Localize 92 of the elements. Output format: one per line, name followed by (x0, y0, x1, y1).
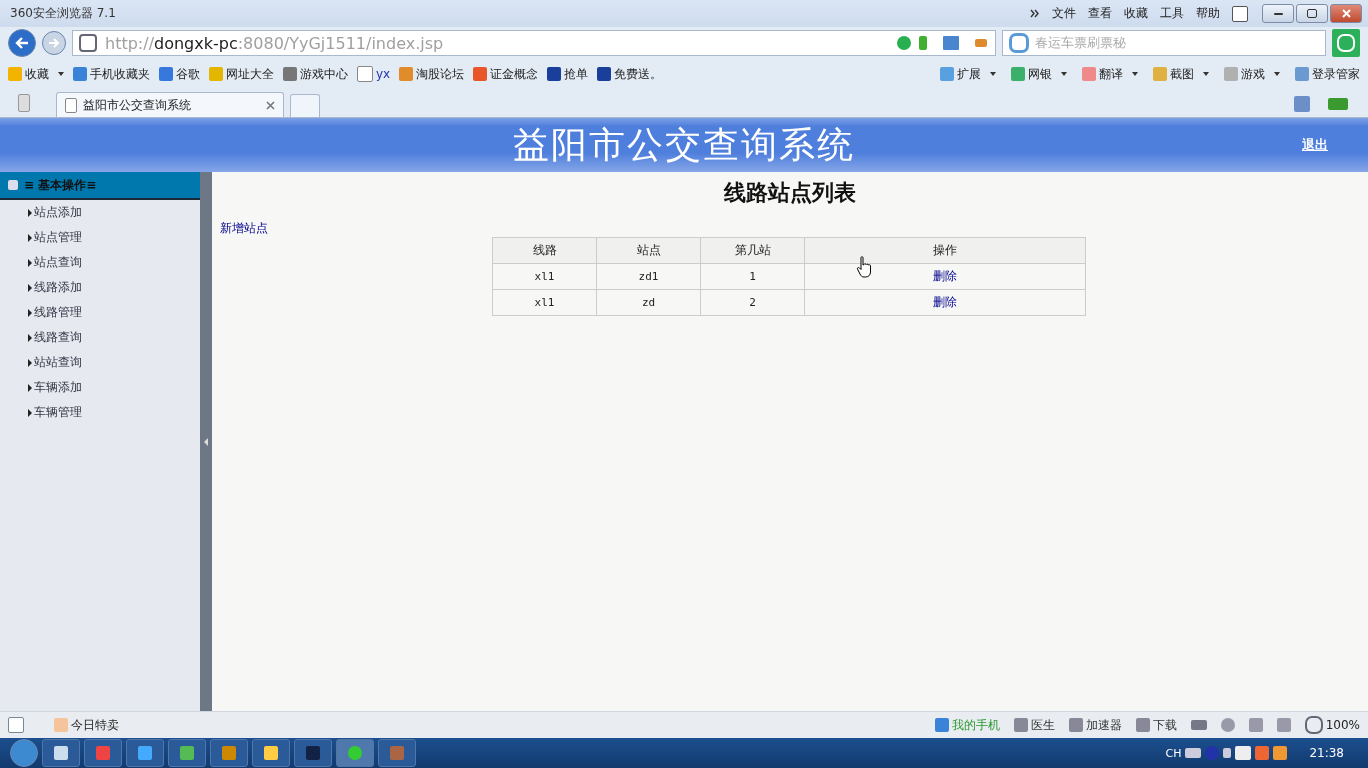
address-field[interactable]: http://dongxk-pc:8080/YyGj1511/index.jsp (72, 30, 996, 56)
triangle-icon (28, 333, 32, 342)
close-button[interactable] (1330, 4, 1362, 23)
hand-cursor-icon (856, 256, 872, 278)
triangle-icon (28, 358, 32, 367)
status-item[interactable]: 医生 (1013, 716, 1055, 734)
sidebar-item[interactable]: 站点管理 (0, 225, 200, 250)
back-button[interactable] (8, 29, 36, 57)
group-title: ≡ 基本操作≡ (24, 176, 97, 194)
menu-item[interactable]: 帮助 (1196, 5, 1220, 22)
bookmark[interactable]: 淘股论坛 (399, 65, 465, 83)
sidebar-item[interactable]: 站点查询 (0, 250, 200, 275)
triangle-icon (28, 233, 32, 242)
status-item[interactable]: 加速器 (1068, 716, 1122, 734)
close-icon[interactable] (266, 100, 275, 110)
toolbar-item[interactable]: 扩展 (940, 65, 996, 83)
clock[interactable]: 21:38 (1309, 746, 1344, 760)
new-tab-button[interactable] (290, 94, 320, 117)
table-cell: zd (596, 289, 701, 316)
site-title: 益阳市公交查询系统 (513, 122, 855, 167)
bookmark[interactable]: 游戏中心 (283, 65, 348, 83)
taskbar-button[interactable] (126, 739, 164, 767)
restore-button[interactable] (1296, 4, 1328, 23)
bookmark[interactable]: 免费送。 (597, 65, 663, 83)
input-indicator[interactable]: CH (1165, 746, 1182, 760)
column-header: 线路 (492, 237, 597, 264)
left-arrow-icon (15, 37, 29, 49)
search-icon (1009, 33, 1029, 53)
zoom-level[interactable]: 100% (1304, 716, 1360, 734)
delete-link[interactable]: 删除 (933, 269, 957, 283)
taskbar-button[interactable] (294, 739, 332, 767)
page-icon (357, 66, 373, 82)
sidebar-item[interactable]: 线路添加 (0, 275, 200, 300)
table-cell: xl1 (492, 263, 597, 290)
start-button[interactable] (10, 739, 38, 767)
bookmark[interactable]: 证金概念 (473, 65, 539, 83)
bookmark[interactable]: 抢单 (547, 65, 589, 83)
sidebar-item[interactable]: 线路查询 (0, 325, 200, 350)
add-link[interactable]: 新增站点 (220, 220, 268, 237)
triangle-icon (28, 208, 32, 217)
taskbar-button[interactable] (210, 739, 248, 767)
sidebar-item[interactable]: 站点添加 (0, 200, 200, 225)
taskbar-button[interactable] (168, 739, 206, 767)
triangle-icon (28, 283, 32, 292)
menu-item[interactable]: 查看 (1088, 5, 1112, 22)
forward-button[interactable] (42, 31, 66, 55)
taskbar-button[interactable] (336, 739, 374, 767)
delete-link[interactable]: 删除 (933, 295, 957, 309)
table-cell: zd1 (596, 263, 701, 290)
page-icon (65, 97, 77, 113)
sidebar-item[interactable]: 线路管理 (0, 300, 200, 325)
right-arrow-icon (48, 38, 60, 48)
toolbar-item[interactable]: 登录管家 (1295, 65, 1360, 83)
toolbar-item[interactable]: 游戏 (1224, 65, 1280, 83)
bookmark[interactable]: 谷歌 (159, 65, 200, 83)
toolbar-item[interactable]: 截图 (1153, 65, 1209, 83)
collapse-icon[interactable] (204, 437, 208, 446)
menu-item[interactable]: 文件 (1052, 5, 1076, 22)
triangle-icon (28, 258, 32, 267)
sidebar-item[interactable]: 车辆管理 (0, 400, 200, 425)
bookmark[interactable]: 网址大全 (209, 65, 274, 83)
status-item[interactable]: 下载 (1135, 716, 1177, 734)
bookmark[interactable]: yx (357, 66, 391, 82)
logout-link[interactable]: 退出 (1302, 136, 1328, 154)
triangle-icon (28, 408, 32, 417)
browser-tab[interactable]: 益阳市公交查询系统 (56, 92, 284, 117)
bookmark[interactable]: 收藏 (8, 65, 64, 83)
sidebar-item[interactable]: 站站查询 (0, 350, 200, 375)
taskbar-button[interactable] (252, 739, 290, 767)
bookmark[interactable]: 手机收藏夹 (73, 65, 150, 83)
window-title: 360安全浏览器 7.1 (10, 5, 116, 22)
table-cell: 2 (700, 289, 805, 316)
column-header: 操作 (804, 237, 1086, 264)
table-cell: xl1 (492, 289, 597, 316)
taskbar-button[interactable] (42, 739, 80, 767)
page-heading: 线路站点列表 (722, 178, 857, 207)
sidebar-group[interactable]: ≡ 基本操作≡ (0, 172, 200, 200)
close-icon (1341, 9, 1351, 18)
column-header: 第几站 (700, 237, 805, 264)
triangle-icon (28, 383, 32, 392)
sidebar-item[interactable]: 车辆添加 (0, 375, 200, 400)
triangle-icon (28, 308, 32, 317)
table-cell: 1 (700, 263, 805, 290)
user-button[interactable] (1332, 29, 1360, 57)
chevron-icon[interactable] (1030, 9, 1040, 18)
menu-item[interactable]: 收藏 (1124, 5, 1148, 22)
toolbar-item[interactable]: 翻译 (1082, 65, 1138, 83)
menu-item[interactable]: 工具 (1160, 5, 1184, 22)
toolbar-item[interactable]: 网银 (1011, 65, 1067, 83)
column-header: 站点 (596, 237, 701, 264)
status-link[interactable]: 今日特卖 (54, 716, 119, 734)
minimize-button[interactable] (1262, 4, 1294, 23)
